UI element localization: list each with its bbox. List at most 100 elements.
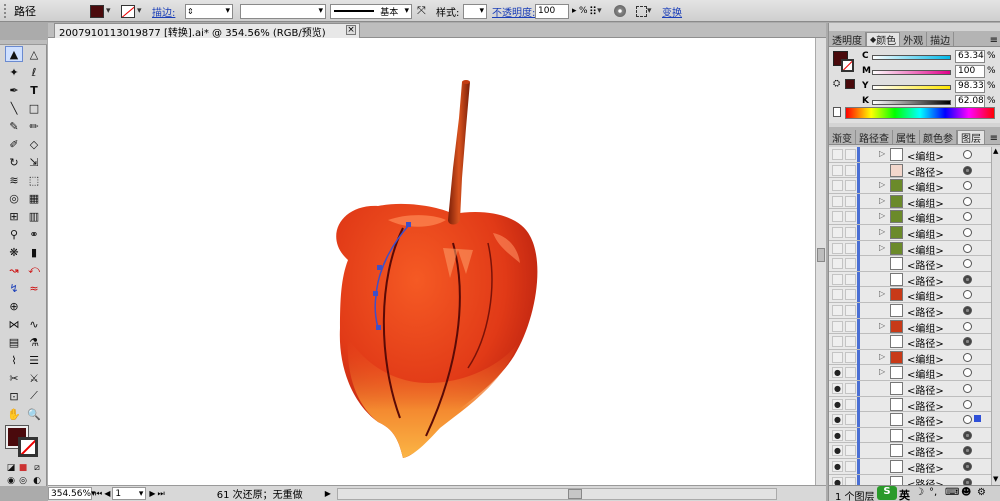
pencil-icon[interactable]: ✏: [25, 118, 43, 134]
stroke-style-select[interactable]: 基本 ▾: [330, 0, 412, 22]
visibility-eye-icon[interactable]: ●: [832, 414, 843, 426]
scroll-thumb[interactable]: [567, 488, 582, 499]
color-slider-m[interactable]: M 100%: [829, 65, 999, 79]
layer-row[interactable]: ● <路径>: [829, 443, 991, 459]
lock-toggle[interactable]: [845, 476, 856, 485]
target-circle-icon[interactable]: [963, 462, 972, 471]
variable-width-select[interactable]: ▾: [240, 0, 326, 22]
align-icon[interactable]: ⠿ ▾: [589, 0, 602, 22]
target-circle-icon[interactable]: [963, 290, 972, 300]
target-circle-icon[interactable]: [963, 259, 972, 269]
visibility-eye-icon[interactable]: ●: [832, 429, 843, 441]
lock-toggle[interactable]: [845, 211, 856, 223]
visibility-eye-icon[interactable]: [832, 305, 843, 316]
target-circle-icon[interactable]: [963, 306, 972, 315]
toolbox-header[interactable]: [0, 40, 47, 45]
target-circle-icon[interactable]: [963, 337, 972, 347]
selection-indicator[interactable]: [974, 415, 981, 423]
expand-triangle-icon[interactable]: ▷: [879, 211, 885, 220]
lock-toggle[interactable]: [845, 195, 856, 207]
layer-row[interactable]: ● <路径>: [829, 412, 991, 428]
opacity-label[interactable]: 不透明度:: [492, 0, 535, 22]
visibility-eye-icon[interactable]: [832, 273, 843, 285]
lock-toggle[interactable]: [845, 180, 856, 192]
target-circle-icon[interactable]: [963, 165, 972, 175]
expand-triangle-icon[interactable]: ▷: [879, 149, 885, 158]
prev-page-icon[interactable]: ◀: [104, 489, 110, 498]
scroll-down-icon[interactable]: ▼: [993, 475, 1000, 485]
selection-tool-icon[interactable]: ▲: [5, 46, 23, 62]
lock-toggle[interactable]: [845, 273, 856, 285]
expand-triangle-icon[interactable]: ▷: [879, 243, 885, 252]
tab-stroke[interactable]: 描边: [927, 32, 955, 47]
layers-scrollbar[interactable]: ▲ ▼: [991, 147, 1000, 485]
layer-row[interactable]: <路径>: [829, 303, 991, 319]
symbol-sprayer-icon[interactable]: ❋: [5, 244, 23, 260]
target-circle-icon[interactable]: [963, 321, 972, 331]
color-spectrum-ramp[interactable]: [845, 107, 995, 119]
slider-track[interactable]: [872, 70, 951, 75]
visibility-eye-icon[interactable]: [832, 258, 843, 270]
paintbrush-icon[interactable]: ✎: [5, 118, 23, 134]
direct-selection-tool-icon[interactable]: △: [25, 46, 43, 62]
visibility-eye-icon[interactable]: [832, 211, 843, 223]
visibility-eye-icon[interactable]: [832, 289, 843, 301]
visibility-eye-icon[interactable]: [832, 227, 843, 238]
expand-triangle-icon[interactable]: ▷: [879, 196, 885, 205]
lock-toggle[interactable]: [845, 305, 856, 316]
lock-toggle[interactable]: [845, 289, 856, 301]
visibility-eye-icon[interactable]: ●: [832, 445, 843, 457]
target-circle-icon[interactable]: [963, 399, 972, 409]
target-circle-icon[interactable]: [963, 430, 972, 440]
bar-graph-icon[interactable]: ☰: [25, 352, 43, 368]
lock-toggle[interactable]: [845, 445, 856, 457]
visibility-eye-icon[interactable]: ●: [832, 383, 843, 394]
zoom-tool-icon[interactable]: 🔍: [25, 406, 43, 422]
lock-toggle[interactable]: [845, 258, 856, 270]
artboard-canvas[interactable]: [48, 38, 815, 485]
layer-row[interactable]: ▷ <编组>: [829, 318, 991, 335]
lock-toggle[interactable]: [845, 383, 856, 394]
hand-tool-icon[interactable]: ✋: [5, 406, 23, 422]
layer-row[interactable]: ● <路径>: [829, 396, 991, 413]
stroke-weight-select[interactable]: ⇕ ▾: [185, 0, 233, 22]
grid-tool-icon[interactable]: ▤: [5, 334, 23, 350]
lock-toggle[interactable]: [845, 320, 856, 332]
layer-row[interactable]: ▷ <编组>: [829, 240, 991, 257]
scale-tool-icon[interactable]: ⇲: [25, 154, 43, 170]
layer-row[interactable]: <路径>: [829, 256, 991, 272]
screen-mode-icon[interactable]: ◐: [28, 473, 46, 489]
visibility-eye-icon[interactable]: ●: [832, 476, 843, 485]
magic-wand-icon[interactable]: ✦: [5, 64, 23, 80]
target-circle-icon[interactable]: [963, 196, 972, 206]
layer-row[interactable]: ▷ <编组>: [829, 287, 991, 303]
eyedropper-icon[interactable]: ⚲: [5, 226, 23, 242]
measure-tool-icon[interactable]: ⟋: [25, 388, 43, 404]
user-icon[interactable]: ☻: [961, 487, 971, 498]
slider-track[interactable]: [872, 85, 951, 90]
recolor-icon[interactable]: [614, 0, 626, 22]
target-circle-icon[interactable]: [963, 446, 972, 456]
zoom-select[interactable]: 354.56% ▾: [48, 487, 96, 500]
visibility-eye-icon[interactable]: [832, 242, 843, 254]
graph-wave-icon[interactable]: ⌇: [5, 352, 23, 368]
panel-menu-icon[interactable]: ≡: [990, 133, 1000, 144]
visibility-eye-icon[interactable]: ●: [832, 367, 843, 379]
live-paint-icon[interactable]: ⚗: [25, 334, 43, 350]
target-circle-icon[interactable]: [963, 274, 972, 284]
fill-swatch[interactable]: ▾: [90, 0, 111, 22]
expand-triangle-icon[interactable]: ▷: [879, 180, 885, 189]
crosshair-icon[interactable]: ⊕: [5, 298, 23, 314]
lock-toggle[interactable]: [845, 164, 856, 176]
blob-brush-icon[interactable]: ✐: [5, 136, 23, 152]
lock-toggle[interactable]: [845, 227, 856, 238]
expand-triangle-icon[interactable]: ▷: [879, 289, 885, 298]
layer-row[interactable]: ● <路径>: [829, 474, 991, 485]
ime-language[interactable]: 英: [899, 487, 910, 501]
layer-row[interactable]: ● <路径>: [829, 459, 991, 475]
layer-row[interactable]: ▷ <编组>: [829, 147, 991, 163]
y-value[interactable]: 98.33: [955, 80, 985, 93]
layer-row[interactable]: ● ▷ <编组>: [829, 365, 991, 381]
width-profile-icon[interactable]: ⤧: [417, 0, 426, 22]
column-graph-icon[interactable]: ▮: [25, 244, 43, 260]
